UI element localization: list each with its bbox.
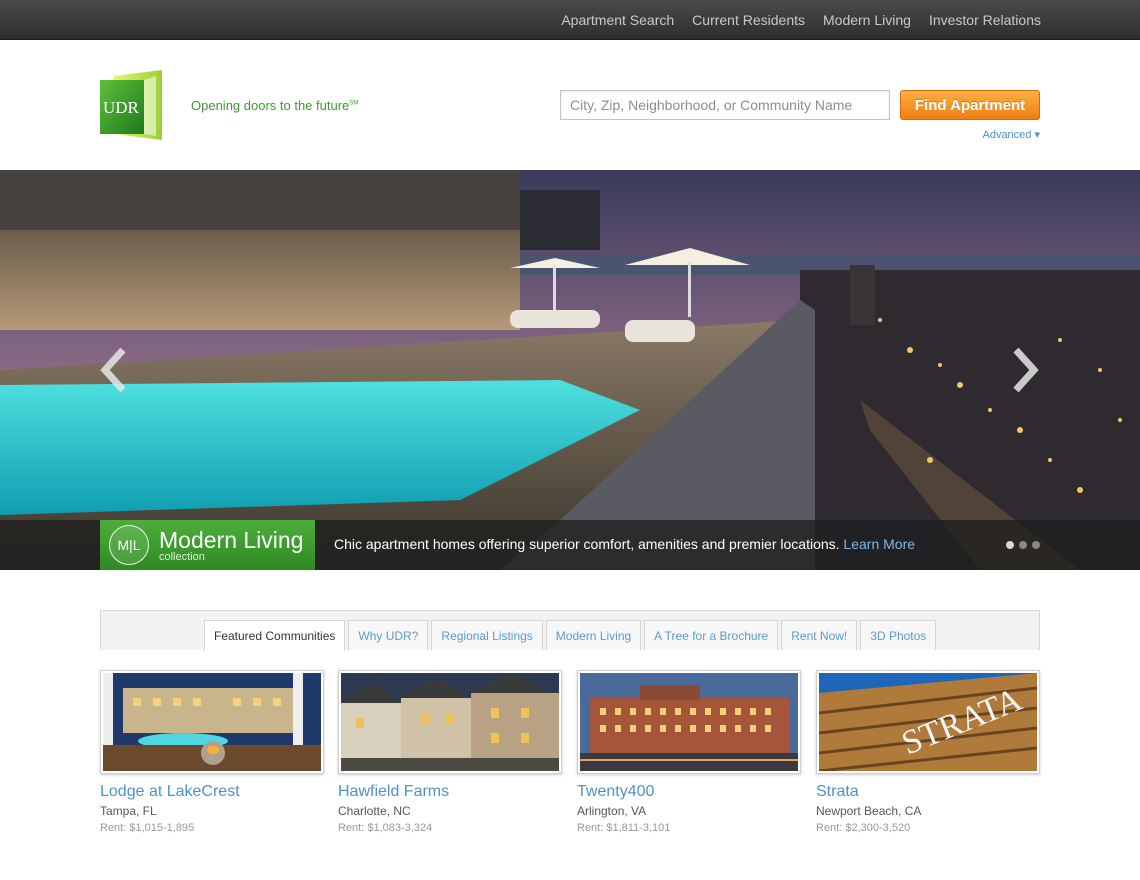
tab-rent-now[interactable]: Rent Now! — [781, 620, 858, 650]
community-photo-hawfield-farms[interactable] — [338, 670, 562, 774]
community-name[interactable]: Lodge at LakeCrest — [100, 783, 324, 801]
community-image — [341, 673, 559, 771]
tab-featured-communities[interactable]: Featured Communities — [204, 620, 346, 651]
slide-caption-text: Chic apartment homes offering superior c… — [334, 536, 844, 552]
top-navigation-bar: Apartment Search Current Residents Moder… — [0, 0, 1140, 40]
community-rent: Rent: $2,300-3,520 — [816, 822, 911, 834]
tab-3d-photos[interactable]: 3D Photos — [860, 620, 937, 650]
apartment-search-input[interactable] — [560, 90, 890, 120]
tab-modern-living[interactable]: Modern Living — [545, 620, 642, 650]
slide-dot-1[interactable] — [1006, 541, 1014, 549]
slide-caption: Chic apartment homes offering superior c… — [334, 536, 915, 552]
community-city: Newport Beach, CA — [816, 804, 922, 818]
community-image: STRATA — [819, 673, 1037, 771]
tab-regional-listings[interactable]: Regional Listings — [431, 620, 543, 650]
previous-slide-arrow-icon[interactable] — [95, 345, 135, 395]
top-nav: Apartment Search Current Residents Moder… — [543, 0, 1041, 40]
nav-modern-living[interactable]: Modern Living — [823, 12, 911, 28]
tagline: Opening doors to the futureSM — [191, 98, 358, 113]
community-city: Tampa, FL — [100, 804, 157, 818]
slide-dots — [1006, 541, 1040, 549]
community-name[interactable]: Strata — [816, 783, 1040, 801]
community-city: Arlington, VA — [577, 804, 647, 818]
udr-logo[interactable]: UDR — [100, 70, 162, 140]
content-tabs: Featured Communities Why UDR? Regional L… — [204, 620, 937, 651]
tab-why-udr[interactable]: Why UDR? — [348, 620, 429, 650]
advanced-search-link[interactable]: Advanced ▾ — [982, 128, 1040, 141]
learn-more-link[interactable]: Learn More — [843, 536, 915, 552]
modern-living-title: Modern Living — [159, 527, 304, 553]
community-image — [103, 673, 321, 771]
community-city: Charlotte, NC — [338, 804, 411, 818]
slide-dot-3[interactable] — [1032, 541, 1040, 549]
nav-current-residents[interactable]: Current Residents — [692, 12, 805, 28]
tagline-text: Opening doors to the future — [191, 98, 350, 113]
community-card: Hawfield Farms Charlotte, NC Rent: $1,08… — [338, 670, 562, 834]
slide-dot-2[interactable] — [1019, 541, 1027, 549]
community-photo-lodge-at-lakecrest[interactable] — [100, 670, 324, 774]
find-apartment-button[interactable]: Find Apartment — [900, 90, 1040, 120]
community-photo-twenty400[interactable] — [577, 670, 801, 774]
community-rent: Rent: $1,083-3,324 — [338, 822, 433, 834]
community-image — [580, 673, 798, 771]
svg-text:UDR: UDR — [103, 98, 140, 117]
community-card: Twenty400 Arlington, VA Rent: $1,811-3,1… — [577, 670, 801, 834]
next-slide-arrow-icon[interactable] — [1006, 345, 1046, 395]
hero-slideshow: M|L Modern Living collection Chic apartm… — [0, 170, 1140, 570]
modern-living-subtitle: collection — [159, 551, 205, 563]
community-rent: Rent: $1,015-1,895 — [100, 822, 195, 834]
tab-tree-for-brochure[interactable]: A Tree for a Brochure — [644, 620, 779, 650]
community-card: STRATA Strata Newport Beach, CA Rent: $2… — [816, 670, 1040, 834]
community-rent: Rent: $1,811-3,101 — [577, 822, 671, 834]
community-photo-strata[interactable]: STRATA — [816, 670, 1040, 774]
modern-living-badge[interactable]: M|L Modern Living collection — [100, 520, 315, 570]
community-name[interactable]: Twenty400 — [577, 783, 801, 801]
nav-investor-relations[interactable]: Investor Relations — [929, 12, 1041, 28]
site-header: UDR Opening doors to the futureSM Find A… — [0, 40, 1140, 170]
community-name[interactable]: Hawfield Farms — [338, 783, 562, 801]
community-card: Lodge at LakeCrest Tampa, FL Rent: $1,01… — [100, 670, 324, 834]
nav-apartment-search[interactable]: Apartment Search — [561, 12, 674, 28]
featured-communities: Lodge at LakeCrest Tampa, FL Rent: $1,01… — [100, 670, 1040, 850]
hero-image — [0, 170, 1140, 570]
modern-living-monogram: M|L — [109, 525, 149, 565]
service-mark: SM — [349, 100, 359, 107]
